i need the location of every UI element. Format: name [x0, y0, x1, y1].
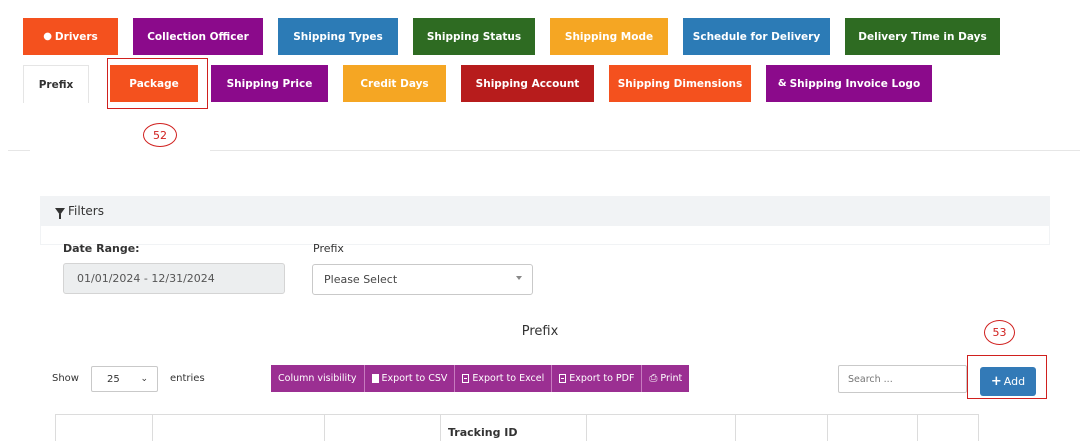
tab-row-primary: ● Drivers Collection Officer Shipping Ty… — [23, 18, 1015, 55]
button-label: Export to Excel — [472, 373, 545, 384]
button-label: Column visibility — [278, 373, 357, 384]
table-header-row: Tracking ID — [55, 414, 979, 441]
package-highlight-box — [107, 58, 208, 109]
table-header-cell[interactable] — [828, 415, 918, 441]
button-label: Export to PDF — [569, 373, 635, 384]
tab-label: Shipping Status — [426, 30, 522, 43]
file-icon — [371, 374, 379, 383]
tab-collection-officer[interactable]: Collection Officer — [133, 18, 263, 55]
filters-header[interactable]: Filters — [40, 196, 1050, 226]
search-input[interactable] — [838, 365, 967, 393]
link-icon: & — [777, 78, 787, 89]
excel-file-icon — [462, 374, 470, 383]
filters-panel — [40, 226, 1050, 245]
table-header-cell[interactable] — [153, 415, 325, 441]
filter-icon — [55, 207, 65, 219]
tab-label: Delivery Time in Days — [858, 30, 987, 43]
export-button-group: Column visibility Export to CSV Export t… — [271, 365, 690, 392]
tab-label: Collection Officer — [147, 30, 249, 43]
tab-prefix[interactable]: Prefix — [23, 65, 89, 103]
table-header-cell[interactable] — [736, 415, 828, 441]
tab-label: Credit Days — [360, 77, 429, 90]
caret-down-icon — [516, 276, 522, 280]
filters-title: Filters — [68, 204, 104, 218]
tab-shipping-types[interactable]: Shipping Types — [278, 18, 398, 55]
show-label: Show — [52, 373, 79, 384]
tab-shipping-invoice-logo[interactable]: & Shipping Invoice Logo — [766, 65, 932, 102]
column-visibility-button[interactable]: Column visibility — [271, 365, 365, 392]
plus-icon: + — [990, 374, 1002, 389]
tab-drivers[interactable]: ● Drivers — [23, 18, 118, 55]
callout-52: 52 — [143, 123, 177, 147]
button-label: Print — [660, 373, 683, 384]
button-label: Export to CSV — [381, 373, 448, 384]
add-button[interactable]: + Add — [980, 367, 1036, 396]
prefix-select[interactable]: Please Select — [312, 264, 533, 295]
prefix-label: Prefix — [313, 242, 344, 255]
tab-label: Shipping Mode — [564, 30, 654, 43]
table-header-cell[interactable] — [918, 415, 978, 441]
tab-label: Drivers — [54, 30, 98, 43]
date-range-label: Date Range: — [63, 242, 140, 255]
tab-label: Shipping Dimensions — [617, 77, 743, 90]
tab-label: Schedule for Delivery — [692, 30, 821, 43]
table-header-cell[interactable] — [325, 415, 441, 441]
table-title: Prefix — [521, 324, 559, 339]
tab-divider — [210, 150, 1080, 151]
tab-label: Shipping Account — [475, 77, 580, 90]
export-csv-button[interactable]: Export to CSV — [364, 365, 456, 392]
printer-icon: ⎙ — [649, 373, 658, 384]
tab-shipping-status[interactable]: Shipping Status — [413, 18, 535, 55]
date-range-input[interactable]: 01/01/2024 - 12/31/2024 — [63, 263, 285, 294]
chevron-down-icon: ⌄ — [140, 374, 148, 384]
add-button-label: Add — [1003, 375, 1026, 388]
pdf-file-icon — [559, 374, 567, 383]
callout-53: 53 — [984, 320, 1015, 345]
tab-label: Shipping Types — [293, 30, 383, 43]
tab-shipping-mode[interactable]: Shipping Mode — [550, 18, 668, 55]
export-excel-button[interactable]: Export to Excel — [455, 365, 553, 392]
tab-shipping-account[interactable]: Shipping Account — [461, 65, 594, 102]
tab-delivery-time-in-days[interactable]: Delivery Time in Days — [845, 18, 1000, 55]
entries-label: entries — [170, 373, 205, 384]
tab-shipping-price[interactable]: Shipping Price — [211, 65, 328, 102]
print-button[interactable]: ⎙ Print — [642, 365, 690, 392]
table-header-tracking-id[interactable]: Tracking ID — [441, 415, 587, 441]
export-pdf-button[interactable]: Export to PDF — [552, 365, 643, 392]
date-range-value: 01/01/2024 - 12/31/2024 — [77, 272, 215, 285]
prefix-select-value: Please Select — [324, 273, 398, 286]
tab-schedule-for-delivery[interactable]: Schedule for Delivery — [683, 18, 830, 55]
table-header-cell[interactable] — [56, 415, 153, 441]
entries-value: 25 — [107, 373, 120, 385]
tab-label: Shipping Invoice Logo — [789, 77, 921, 90]
tab-divider-left — [8, 150, 30, 151]
table-header-cell[interactable] — [587, 415, 736, 441]
tab-label: Shipping Price — [226, 77, 313, 90]
tab-credit-days[interactable]: Credit Days — [343, 65, 446, 102]
entries-select[interactable]: 25 ⌄ — [91, 366, 158, 392]
user-icon: ● — [43, 31, 52, 42]
tab-label: Prefix — [38, 78, 74, 91]
tab-shipping-dimensions[interactable]: Shipping Dimensions — [609, 65, 751, 102]
